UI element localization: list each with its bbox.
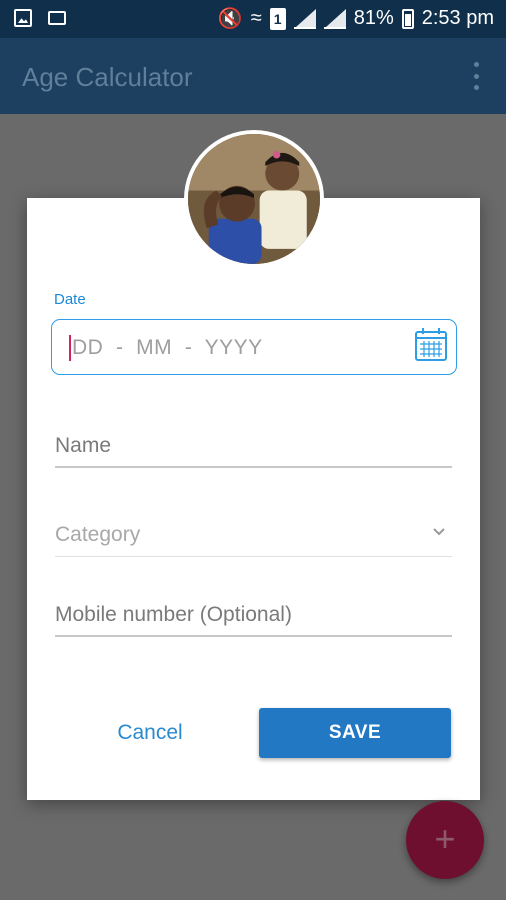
status-bar: 🔇 ≈ 1 81% 2:53 pm: [0, 0, 506, 38]
video-notification-icon: [48, 11, 66, 25]
gallery-notification-icon: [14, 9, 32, 27]
mobile-number-field[interactable]: Mobile number (Optional): [55, 593, 452, 637]
chevron-down-icon: [433, 528, 445, 536]
sim-badge: 1: [269, 7, 286, 30]
app-title: Age Calculator: [22, 62, 193, 92]
date-label: Date: [54, 291, 86, 308]
category-select[interactable]: Category: [55, 513, 452, 557]
mute-icon: 🔇: [217, 8, 243, 30]
text-cursor: [69, 335, 71, 361]
clock: 2:53 pm: [421, 7, 494, 29]
name-placeholder: Name: [55, 434, 112, 457]
date-placeholder: DD - MM - YYYY: [72, 336, 263, 359]
avatar[interactable]: [184, 130, 324, 268]
calendar-icon[interactable]: [414, 327, 448, 363]
category-placeholder: Category: [55, 523, 141, 546]
wifi-icon: ≈: [250, 7, 262, 29]
overflow-menu-icon[interactable]: [474, 62, 482, 90]
save-button[interactable]: SAVE: [259, 708, 451, 758]
date-input[interactable]: DD - MM - YYYY: [51, 319, 457, 375]
profile-photo: [188, 134, 320, 264]
app-bar: Age Calculator: [0, 38, 506, 114]
add-person-dialog: Date DD - MM - YYYY Name Category Mobile…: [27, 198, 480, 800]
signal-icon: [293, 8, 316, 29]
battery-icon: [401, 8, 414, 29]
mobile-placeholder: Mobile number (Optional): [55, 603, 292, 626]
name-field[interactable]: Name: [55, 424, 452, 468]
signal-strength-icon: [323, 8, 346, 29]
add-fab[interactable]: +: [406, 801, 484, 879]
cancel-button[interactable]: Cancel: [105, 713, 195, 753]
battery-percent: 81%: [353, 7, 394, 29]
